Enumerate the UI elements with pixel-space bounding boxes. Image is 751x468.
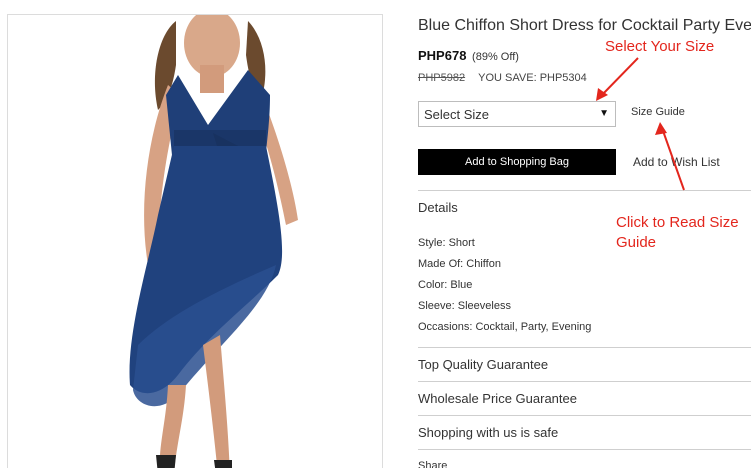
annotation-select-size: Select Your Size: [605, 38, 715, 55]
arrow-to-size-guide: [661, 127, 685, 191]
arrow-to-size-select: [599, 57, 639, 98]
arrowhead-size-guide: [655, 122, 667, 135]
annotation-read-guide-line1: Click to Read Size: [616, 214, 739, 231]
annotation-read-guide-line2: Guide: [616, 234, 657, 251]
